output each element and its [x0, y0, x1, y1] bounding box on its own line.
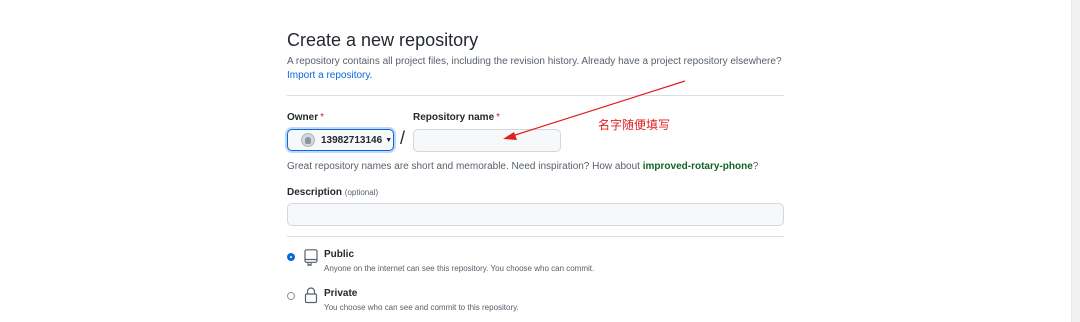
scrollbar[interactable] [1071, 0, 1080, 322]
annotation-text: 名字随便填写 [598, 118, 671, 132]
annotation-arrow [503, 80, 686, 140]
